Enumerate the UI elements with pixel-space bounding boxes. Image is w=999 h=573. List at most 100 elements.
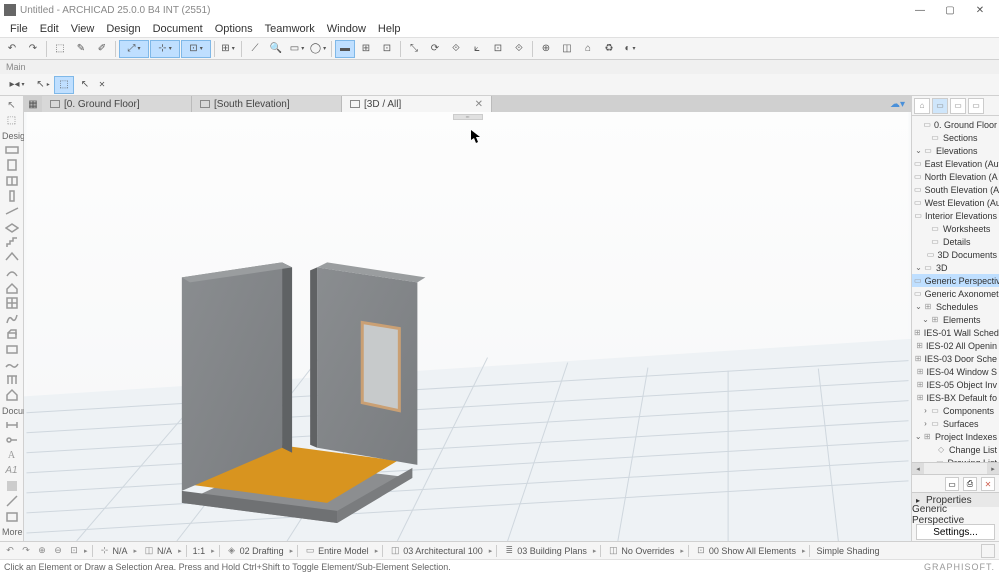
zoom-prev-icon[interactable]: ↶ [4,545,16,557]
view3-button[interactable]: ⌂ [578,40,598,58]
trace-button[interactable]: ✎ [71,40,91,58]
window-tool[interactable] [2,173,22,187]
dimension-tool[interactable] [2,418,22,432]
edit4-button[interactable]: ⟀ [467,40,487,58]
beam-tool[interactable] [2,204,22,218]
pick-button[interactable]: ⬚ [50,40,70,58]
zoom-next-icon[interactable]: ↷ [20,545,32,557]
tree-row[interactable]: ⊞IES-04 Window S [912,365,999,378]
edit5-button[interactable]: ⊡ [488,40,508,58]
fit-icon[interactable]: ⊡ [68,545,80,557]
tree-row[interactable]: ⌄⊞Schedules [912,300,999,313]
tree-row[interactable]: ▭Generic Axonometr [912,287,999,300]
menu-view[interactable]: View [65,21,101,37]
level-tool[interactable] [2,433,22,447]
line-tool[interactable] [2,494,22,508]
tree-expand-icon[interactable]: ⌄ [914,432,923,441]
maximize-button[interactable]: ▢ [935,0,965,20]
minimize-button[interactable]: — [905,0,935,20]
shell-tool[interactable] [2,265,22,279]
tree-expand-icon[interactable]: › [921,419,930,428]
door-tool[interactable] [2,158,22,172]
tree-row[interactable]: ▭3D Documents [912,248,999,261]
nav-layout-icon[interactable]: ▭ [950,98,966,114]
tree-row[interactable]: ›▭Components [912,404,999,417]
railing-tool[interactable] [2,373,22,387]
nav-publisher-icon[interactable]: ▭ [968,98,984,114]
view1-button[interactable]: ⊕ [536,40,556,58]
morph-tool[interactable] [2,311,22,325]
grid-snap-button[interactable]: ⊡▾ [181,40,211,58]
nav-view-icon[interactable]: ▭ [932,98,948,114]
undo-button[interactable]: ↶ [2,40,22,58]
arch-combo[interactable]: ◫03 Architectural 100 [387,545,485,557]
tree-row[interactable]: ⊞IES-02 All Openin [912,339,999,352]
redo-button[interactable]: ↷ [23,40,43,58]
tab-list-button[interactable]: ▦ [24,96,42,112]
tree-row[interactable]: ▭Interior Elevations [912,209,999,222]
drawing-tool[interactable] [2,510,22,524]
stair-tool[interactable] [2,235,22,249]
tree-expand-icon[interactable]: ⌄ [914,146,923,155]
menu-file[interactable]: File [4,21,34,37]
tree-expand-icon[interactable]: ⌄ [921,315,930,324]
compare-button[interactable]: ✐ [92,40,112,58]
tree-row[interactable]: ⌄⊞Project Indexes [912,430,999,443]
tree-row[interactable]: ▭Details [912,235,999,248]
favorites-button[interactable]: ▸◂▾ [2,76,32,94]
zoom-extents-icon[interactable]: ⊕ [36,545,48,557]
mesh-tool[interactable] [2,358,22,372]
menu-design[interactable]: Design [100,21,146,37]
arrow-tool[interactable]: ↖ [2,98,22,112]
close-toolbar-icon[interactable]: ✕ [96,76,108,94]
roof-tool[interactable] [2,250,22,264]
tree-row[interactable]: ◇Change List [912,443,999,456]
tree-row[interactable]: ⊞IES-01 Wall Sched [912,326,999,339]
selection-mode-button[interactable]: ⬚ [54,76,74,94]
view4-button[interactable]: ♻ [599,40,619,58]
overrides-combo[interactable]: ◫No Overrides [605,545,676,557]
xref-button[interactable]: ▬ [335,40,355,58]
dim-button[interactable]: ⊞ [356,40,376,58]
tree-row[interactable]: ⊞IES-05 Object Inv [912,378,999,391]
layers-combo[interactable]: ◈02 Drafting [224,545,286,557]
tree-row[interactable]: ⌄▭3D [912,261,999,274]
tab-overflow-button[interactable]: ☁▾ [884,96,911,112]
zoom-icon[interactable]: ⊖ [52,545,64,557]
edit6-button[interactable]: ⟐ [509,40,529,58]
shade-combo[interactable]: Simple Shading [814,546,881,556]
arrow-mode-button[interactable]: ↖▸ [33,76,53,94]
nav-delete-icon[interactable]: ✕ [981,477,995,491]
menu-document[interactable]: Document [147,21,209,37]
tree-row[interactable]: ⊞IES-03 Door Sche [912,352,999,365]
label-tool[interactable]: A1 [2,464,22,478]
nav-new-icon[interactable]: ▭ [945,477,959,491]
skylight-tool[interactable] [2,281,22,295]
tree-row[interactable]: ›▭Surfaces [912,417,999,430]
navigator-scrollbar[interactable]: ◂▸ [912,462,999,474]
tree-row[interactable]: ▭Drawing List [912,456,999,462]
tab[interactable]: [3D / All]✕ [342,96,492,112]
nav-project-icon[interactable]: ⌂ [914,98,930,114]
object-tool[interactable] [2,327,22,341]
tree-expand-icon[interactable]: ⌄ [914,263,923,272]
tree-row[interactable]: ▭South Elevation (A [912,183,999,196]
wall-tool[interactable] [2,143,22,157]
scale[interactable]: 1:1 [191,546,208,556]
plans-combo[interactable]: ≣03 Building Plans [501,545,589,557]
guideline-button[interactable]: ⤢▾ [119,40,149,58]
tree-row[interactable]: ▭West Elevation (Au [912,196,999,209]
tree-row[interactable]: ▭Worksheets [912,222,999,235]
menu-teamwork[interactable]: Teamwork [259,21,321,37]
tree-row[interactable]: ▭Generic Perspective [912,274,999,287]
snap-button[interactable]: ⊹▾ [150,40,180,58]
tree-row[interactable]: ⌄▭Elevations [912,144,999,157]
suspend-button[interactable]: ⟋ [245,40,265,58]
close-button[interactable]: ✕ [965,0,995,20]
show-combo[interactable]: ⊡00 Show All Elements [693,545,798,557]
tree-expand-icon[interactable]: ⌄ [914,302,923,311]
viewport-drag-handle[interactable]: ┅ [453,114,483,120]
nav-save-icon[interactable]: ⎙ [963,477,977,491]
settings-button[interactable]: Settings... [916,524,995,540]
tab[interactable]: [South Elevation] [192,96,342,112]
